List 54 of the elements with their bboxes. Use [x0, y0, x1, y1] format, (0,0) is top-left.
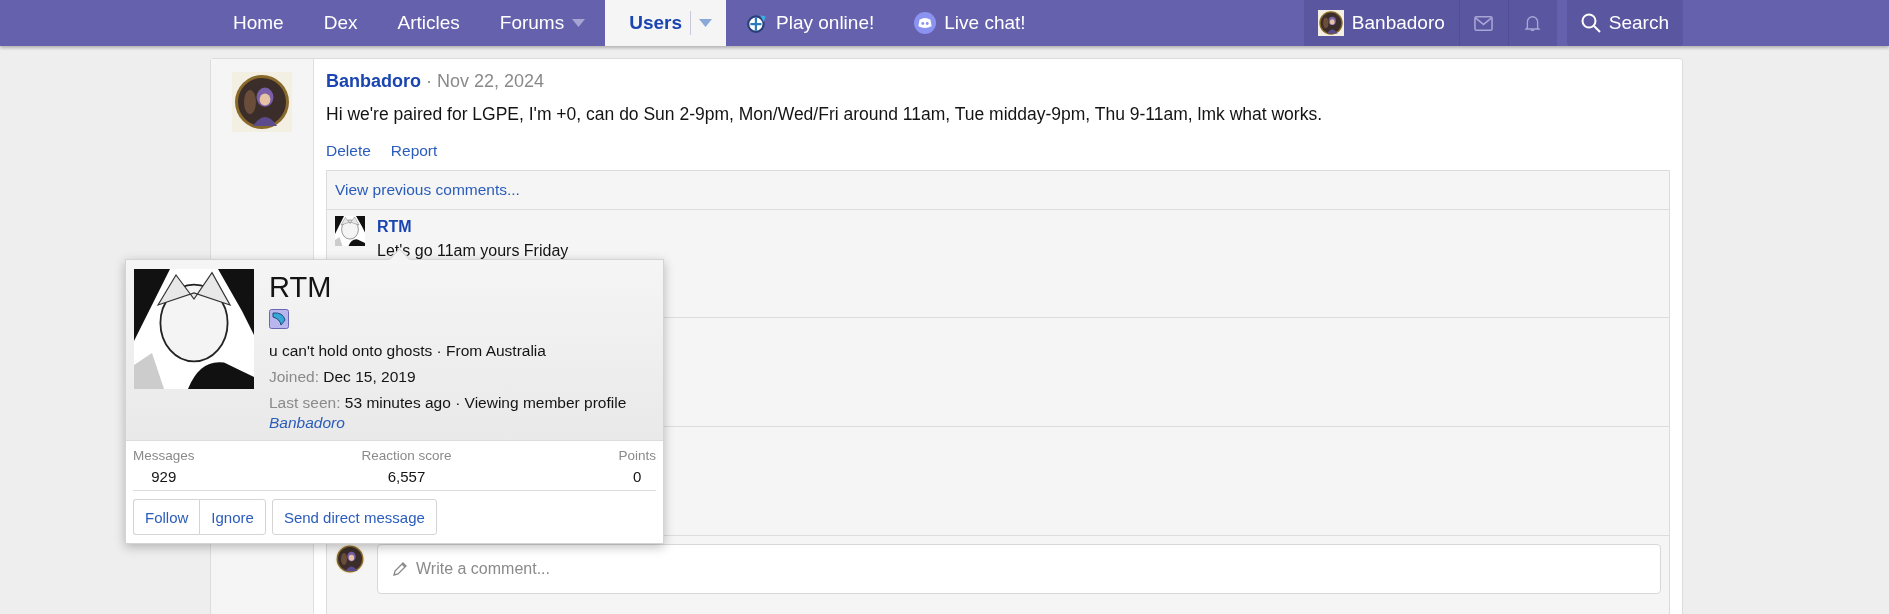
- activity-link[interactable]: Banbadoro: [269, 414, 345, 431]
- post-text: Hi we're paired for LGPE, I'm +0, can do Sun 2-9pm, Mon/Wed/Fri around 11am, Tue midday-9pm, Thu 9-11am, lmk what works.: [326, 104, 1324, 125]
- search-button[interactable]: Search: [1566, 0, 1683, 46]
- nav-tab-label: Home: [233, 12, 284, 34]
- search-icon: [1580, 13, 1601, 33]
- last-seen-text: 53 minutes ago · Viewing member profile: [344, 394, 627, 411]
- nav-tab[interactable]: Live chat!: [894, 0, 1046, 46]
- account-name: Banbadoro: [1351, 12, 1445, 34]
- nav-tab[interactable]: Home: [213, 0, 304, 46]
- alerts-button[interactable]: [1507, 0, 1557, 46]
- nav-tab-label: Dex: [323, 12, 358, 34]
- nav-tab[interactable]: Play online!: [726, 0, 895, 46]
- nav-tab[interactable]: Users: [605, 0, 726, 46]
- wing-badge-icon: [269, 309, 289, 329]
- envelope-icon: [1474, 14, 1494, 32]
- account-menu[interactable]: Banbadoro: [1303, 0, 1459, 46]
- nav-tab[interactable]: Forums: [479, 0, 606, 46]
- nav-tab-label: Live chat!: [944, 12, 1026, 34]
- caret-icon[interactable]: [699, 19, 712, 27]
- member-action-button[interactable]: Send direct message: [271, 499, 437, 535]
- member-name[interactable]: RTM: [269, 269, 627, 305]
- stat-value: 929: [151, 468, 177, 485]
- member-action-button[interactable]: Follow: [133, 499, 200, 535]
- stat-label: Reaction score: [361, 448, 452, 463]
- nav-tab-label: Articles: [397, 12, 460, 34]
- joined-label: Joined:: [269, 368, 319, 385]
- joined-date: Dec 15, 2019: [323, 368, 416, 385]
- member-about: u can't hold onto ghosts · From Australia: [269, 342, 547, 360]
- last-seen-label: Last seen:: [269, 394, 341, 411]
- comment-field[interactable]: Write a comment...: [377, 544, 1661, 594]
- inbox-button[interactable]: [1458, 0, 1508, 46]
- pencil-icon: [392, 561, 408, 577]
- nav-tab-label: Users: [629, 12, 682, 34]
- stat-label: Points: [618, 448, 656, 463]
- stat-value: 0: [633, 468, 642, 485]
- nav-tab[interactable]: Articles: [377, 0, 480, 46]
- nav-tab-label: Play online!: [776, 12, 875, 34]
- caret-icon[interactable]: [572, 19, 586, 27]
- stat-value: 6,557: [387, 468, 426, 485]
- post-date: Nov 22, 2024: [437, 71, 545, 91]
- action-link[interactable]: Delete: [326, 142, 371, 160]
- byline-separator: ·: [426, 71, 433, 91]
- action-link[interactable]: Report: [390, 142, 438, 160]
- stat-label: Messages: [133, 448, 195, 463]
- comment-author[interactable]: RTM: [377, 218, 569, 236]
- nav-tab-label: Forums: [499, 12, 565, 34]
- nav-tab[interactable]: Dex: [303, 0, 378, 46]
- member-action-button[interactable]: Ignore: [199, 499, 266, 535]
- comment-placeholder: Write a comment...: [416, 560, 550, 578]
- chat-icon: [914, 12, 937, 34]
- bell-icon: [1523, 14, 1543, 32]
- view-previous-link[interactable]: View previous comments...: [335, 181, 520, 199]
- author-link[interactable]: Banbadoro: [326, 71, 421, 91]
- globe-icon: [746, 12, 768, 34]
